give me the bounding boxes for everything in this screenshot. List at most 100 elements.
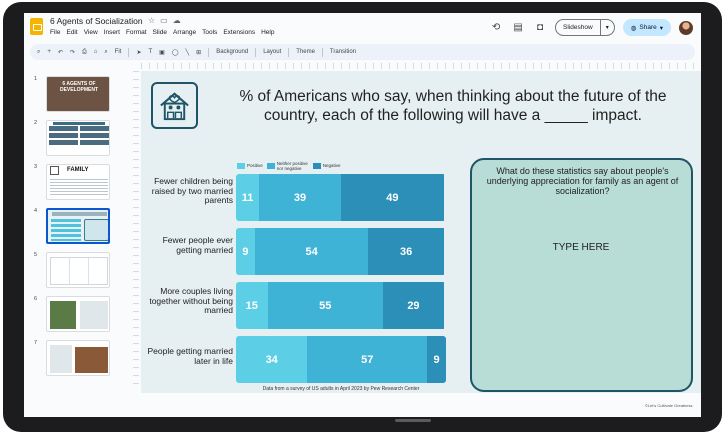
category-label: People getting married later in life <box>147 346 233 366</box>
bar-segment: 29 <box>383 282 444 329</box>
slideshow-label[interactable]: Slideshow <box>556 20 601 35</box>
menu-edit[interactable]: Edit <box>66 29 77 36</box>
menu-help[interactable]: Help <box>261 29 274 36</box>
slide-thumbnail-7[interactable] <box>46 340 110 376</box>
question-box[interactable]: What do these statistics say about peopl… <box>470 158 693 392</box>
share-label: Share <box>639 24 657 31</box>
redo-icon[interactable]: ↷ <box>70 49 75 56</box>
menu-view[interactable]: View <box>84 29 98 36</box>
text-box-icon[interactable]: T <box>148 49 152 55</box>
undo-icon[interactable]: ↶ <box>58 49 63 56</box>
menu-file[interactable]: File <box>50 29 60 36</box>
laptop-hinge <box>395 419 431 422</box>
select-icon[interactable]: ➤ <box>136 49 141 56</box>
move-folder-icon[interactable]: ▭ <box>160 16 168 25</box>
paint-format-icon[interactable]: ⌂ <box>94 49 98 55</box>
slide-thumbnail-4[interactable] <box>46 208 110 244</box>
line-icon[interactable]: ╲ <box>186 49 190 56</box>
bar-row: 34 57 9 <box>236 336 446 383</box>
bar-segment: 11 <box>236 174 260 221</box>
slideshow-button[interactable]: Slideshow ▾ <box>555 19 615 36</box>
top-right-actions: ⟲ ▤ ◘ Slideshow ▾ ◍ Share ▾ <box>489 19 693 36</box>
bar-segment: 34 <box>236 336 308 383</box>
share-button[interactable]: ◍ Share ▾ <box>622 19 671 36</box>
bar-segment: 57 <box>307 336 428 383</box>
bar-segment: 15 <box>236 282 268 329</box>
document-title[interactable]: 6 Agents of Socialization <box>50 16 143 26</box>
shape-icon[interactable]: ◯ <box>172 49 179 56</box>
thumbnail-title: FAMILY <box>67 167 89 173</box>
divider <box>288 47 290 57</box>
laptop-frame: 6 Agents of Socialization ☆ ▭ ☁ File Edi… <box>3 2 722 432</box>
slide-number: 6 <box>34 296 38 302</box>
history-icon[interactable]: ⟲ <box>489 22 503 33</box>
image-icon[interactable]: ▣ <box>159 49 165 56</box>
slide-number: 2 <box>34 120 38 126</box>
top-bar: 6 Agents of Socialization ☆ ▭ ☁ File Edi… <box>24 13 701 43</box>
menu-format[interactable]: Format <box>126 29 147 36</box>
bar-row: 9 54 36 <box>236 228 446 275</box>
comment-add-icon[interactable]: ⊞ <box>196 49 201 56</box>
zoom-icon[interactable]: ⌕ <box>104 49 107 56</box>
divider <box>208 47 210 57</box>
menu-insert[interactable]: Insert <box>104 29 120 36</box>
filmstrip: 1 6 AGENTS OF DEVELOPMENT 2 3 FAMILY 4 5… <box>24 62 117 407</box>
slide-thumbnail-3[interactable]: FAMILY <box>46 164 110 200</box>
legend-negative: Negative <box>312 163 341 169</box>
background-button[interactable]: Background <box>216 49 248 55</box>
meet-icon[interactable]: ◘ <box>533 22 547 33</box>
divider <box>128 47 130 57</box>
thumbnail-lines <box>50 177 108 197</box>
divider <box>255 47 257 57</box>
bar-row: 15 55 29 <box>236 282 446 329</box>
slide-number: 1 <box>34 76 38 82</box>
question-text: What do these statistics say about peopl… <box>486 166 679 196</box>
bar-row: 11 39 49 <box>236 174 446 221</box>
zoom-fit-label[interactable]: Fit <box>115 49 122 55</box>
slide-thumbnail-2[interactable] <box>46 120 110 156</box>
menu-slide[interactable]: Slide <box>153 29 167 36</box>
slide-number: 7 <box>34 340 38 346</box>
slide-thumbnail-5[interactable] <box>46 252 110 288</box>
bar-segment: 9 <box>236 228 255 275</box>
horizontal-ruler <box>141 63 701 69</box>
legend-neither: Neither positive nor negative <box>266 161 309 171</box>
new-slide-icon[interactable]: + <box>47 49 51 55</box>
vertical-ruler <box>133 71 139 391</box>
layout-button[interactable]: Layout <box>263 49 281 55</box>
star-icon[interactable]: ☆ <box>148 16 155 25</box>
bar-segment: 55 <box>267 282 383 329</box>
family-house-icon <box>151 82 198 129</box>
thumbnail-title: 6 AGENTS OF DEVELOPMENT <box>59 81 99 93</box>
cloud-status-icon[interactable]: ☁ <box>173 16 181 25</box>
menu-tools[interactable]: Tools <box>202 29 217 36</box>
slide-canvas[interactable]: % of Americans who say, when thinking ab… <box>141 71 701 408</box>
transition-button[interactable]: Transition <box>330 49 356 55</box>
answer-placeholder[interactable]: TYPE HERE <box>472 242 690 253</box>
theme-button[interactable]: Theme <box>296 49 315 55</box>
menu-extensions[interactable]: Extensions <box>223 29 255 36</box>
print-icon[interactable]: ⎙ <box>82 49 87 56</box>
title-icons: ☆ ▭ ☁ <box>148 16 181 25</box>
avatar[interactable] <box>679 20 693 35</box>
slide-title[interactable]: % of Americans who say, when thinking ab… <box>211 87 695 125</box>
bar-segment: 9 <box>427 336 446 383</box>
chevron-down-icon[interactable]: ▾ <box>601 24 614 31</box>
legend-positive: Positive <box>237 163 263 169</box>
thumbnail-header <box>53 122 105 125</box>
divider <box>321 47 323 57</box>
slide-number: 4 <box>34 208 38 214</box>
bar-segment: 54 <box>254 228 369 275</box>
comments-icon[interactable]: ▤ <box>511 22 525 33</box>
slides-logo-icon[interactable] <box>30 18 43 35</box>
thumbnail-grid <box>49 126 109 145</box>
toolbar: ⌕ + ↶ ↷ ⎙ ⌂ ⌕ Fit ➤ T ▣ ◯ ╲ ⊞ Background… <box>30 44 695 60</box>
slide-thumbnail-6[interactable] <box>46 296 110 332</box>
copyright-text: ©Let's Cultivate Greatness <box>645 403 693 408</box>
chart-legend: Positive Neither positive nor negative N… <box>237 161 341 171</box>
chart-source: Data from a survey of US adults in April… <box>262 386 420 392</box>
menu-arrange[interactable]: Arrange <box>173 29 196 36</box>
slide-thumbnail-1[interactable]: 6 AGENTS OF DEVELOPMENT <box>46 76 110 112</box>
bar-segment: 36 <box>368 228 444 275</box>
search-menus-icon[interactable]: ⌕ <box>37 49 40 56</box>
